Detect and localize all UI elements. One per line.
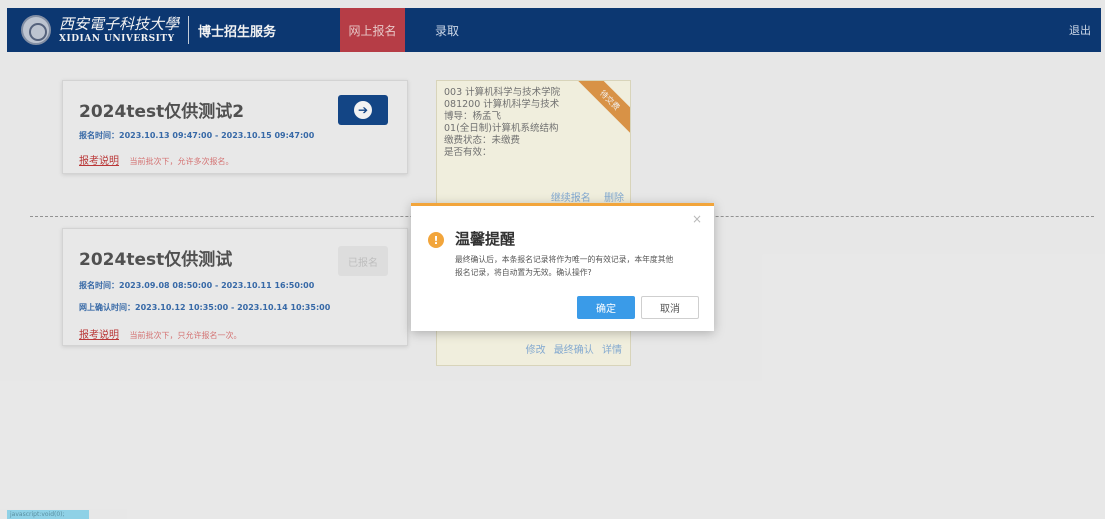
browser-status-url: javascript:void(0); [7, 510, 89, 519]
close-icon[interactable]: × [692, 212, 702, 226]
confirm-dialog: × ! 温馨提醒 最终确认后，本条报名记录将作为唯一的有效记录，本年度其他报名记… [411, 203, 714, 331]
warning-icon: ! [428, 232, 444, 248]
confirm-button[interactable]: 确定 [577, 296, 635, 319]
dialog-message: 最终确认后，本条报名记录将作为唯一的有效记录，本年度其他报名记录，将自动置为无效… [455, 255, 674, 277]
cancel-button[interactable]: 取消 [641, 296, 699, 319]
dialog-title: 温馨提醒 [455, 230, 516, 248]
